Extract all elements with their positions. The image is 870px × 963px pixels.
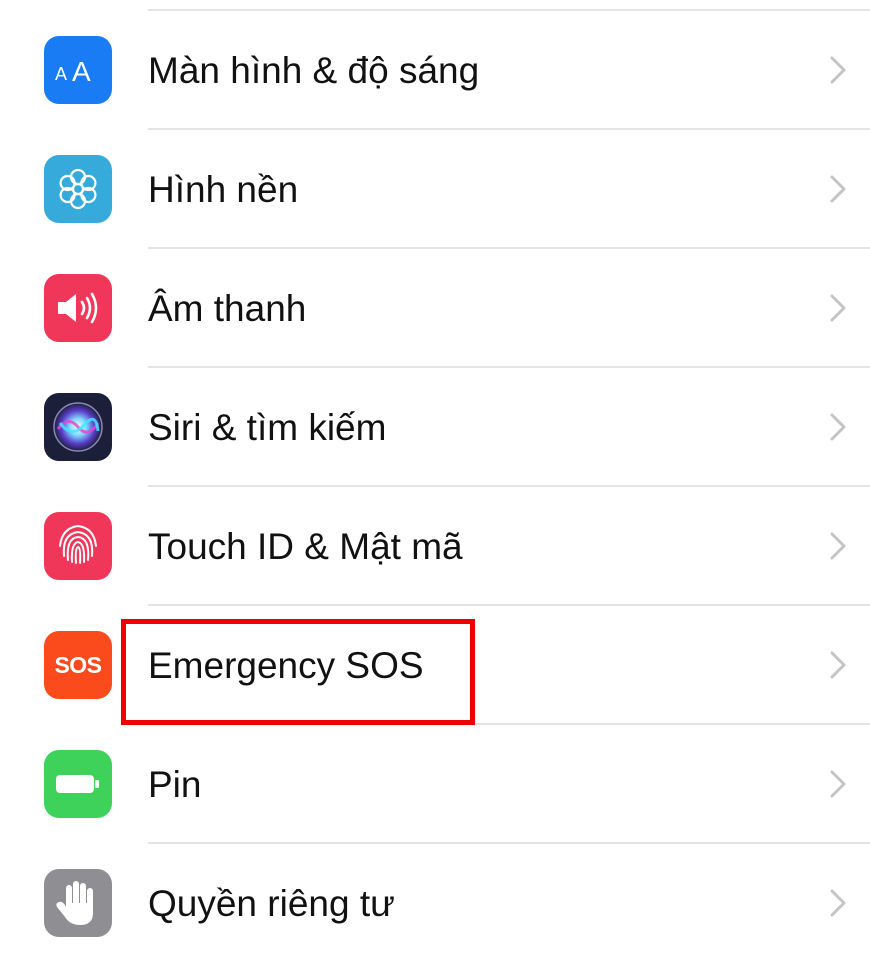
siri-icon [44,393,112,461]
fingerprint-icon [44,512,112,580]
settings-row-label: Màn hình & độ sáng [148,50,480,91]
settings-row-label: Hình nền [148,169,299,210]
hand-privacy-icon [44,869,112,937]
chevron-right-icon [830,889,846,917]
speaker-icon [44,274,112,342]
settings-row-label: Âm thanh [148,288,307,329]
chevron-right-icon [830,294,846,322]
chevron-right-icon [830,532,846,560]
battery-icon [44,750,112,818]
settings-row-display-brightness[interactable]: A A Màn hình & độ sáng [0,11,870,130]
svg-text:A: A [55,64,67,84]
sos-icon: SOS [44,631,112,699]
settings-row-touch-id-passcode[interactable]: Touch ID & Mật mã [0,487,870,606]
display-brightness-icon: A A [44,36,112,104]
svg-text:A: A [72,56,91,87]
settings-row-siri-search[interactable]: Siri & tìm kiếm [0,368,870,487]
settings-row-label: Siri & tìm kiếm [148,407,387,448]
settings-row-battery[interactable]: Pin [0,725,870,844]
settings-row-emergency-sos[interactable]: SOS Emergency SOS [0,606,870,725]
settings-row-wallpaper[interactable]: Hình nền [0,130,870,249]
chevron-right-icon [830,175,846,203]
settings-row-label: Quyền riêng tư [148,883,395,924]
settings-row-label: Touch ID & Mật mã [148,526,463,567]
chevron-right-icon [830,770,846,798]
settings-row-label: Emergency SOS [148,645,424,686]
chevron-right-icon [830,651,846,679]
sos-icon-text: SOS [54,651,102,678]
settings-list: A A Màn hình & độ sáng Hình nền Âm thanh… [0,0,870,949]
settings-row-privacy[interactable]: Quyền riêng tư [0,844,870,963]
chevron-right-icon [830,56,846,84]
wallpaper-flower-icon [44,155,112,223]
chevron-right-icon [830,413,846,441]
settings-row-label: Pin [148,764,202,805]
settings-row-sounds[interactable]: Âm thanh [0,249,870,368]
